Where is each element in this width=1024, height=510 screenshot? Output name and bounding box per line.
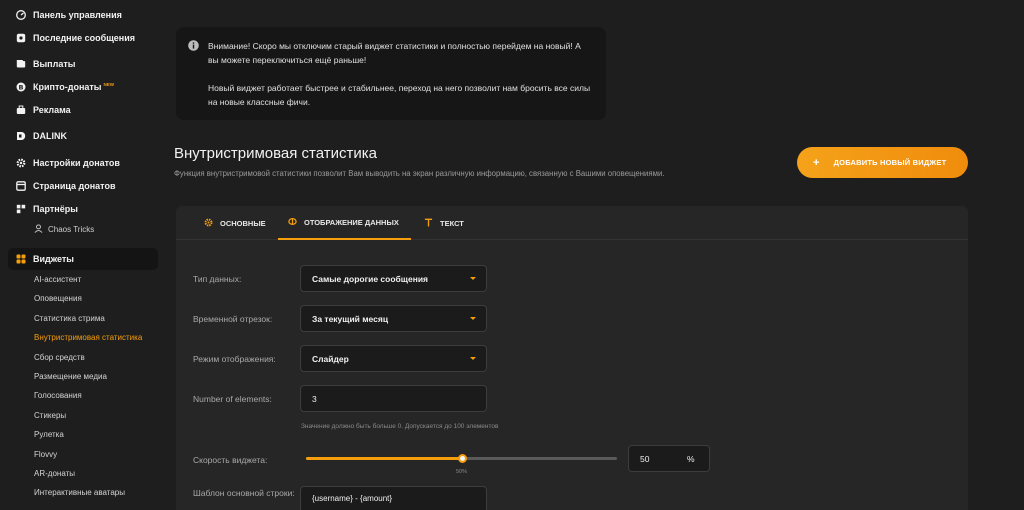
caret-down-icon bbox=[470, 357, 476, 360]
display-mode-select[interactable]: Слайдер bbox=[300, 345, 487, 372]
sidebar-item-label: Последние сообщения bbox=[33, 33, 136, 43]
sidebar-item-partners[interactable]: Партнёры bbox=[8, 198, 158, 220]
template-input[interactable]: {username} - {amount} bbox=[300, 486, 487, 510]
sidebar-item-dalink[interactable]: DALINK bbox=[8, 125, 158, 147]
sidebar-sub-interactive-avatars[interactable]: Интерактивные аватары bbox=[34, 488, 125, 497]
tab-label: ОТОБРАЖЕНИЕ ДАННЫХ bbox=[304, 217, 399, 227]
sidebar-sub-fundraising[interactable]: Сбор средств bbox=[34, 353, 85, 362]
speed-slider-value: 50% bbox=[455, 469, 468, 475]
svg-text:B: B bbox=[19, 83, 24, 91]
partners-icon bbox=[16, 204, 26, 214]
gear-icon bbox=[16, 158, 26, 168]
page-description: Функция внутристримовой статистики позво… bbox=[174, 169, 665, 178]
sidebar-sub-instream-stats[interactable]: Внутристримовая статистика bbox=[34, 333, 142, 342]
messages-icon bbox=[16, 33, 26, 43]
sidebar-sub-media[interactable]: Размещение медиа bbox=[34, 372, 107, 381]
dashboard-icon bbox=[16, 10, 26, 20]
sidebar-item-label: Партнёры bbox=[33, 204, 78, 214]
database-icon bbox=[288, 217, 297, 228]
notice-banner: Внимание! Скоро мы отключим старый видже… bbox=[176, 27, 606, 120]
add-widget-button[interactable]: + ДОБАВИТЬ НОВЫЙ ВИДЖЕТ bbox=[797, 147, 968, 178]
tab-data-display[interactable]: ОТОБРАЖЕНИЕ ДАННЫХ bbox=[278, 206, 411, 240]
elements-hint: Значение должно быть больше 0. Допускает… bbox=[301, 423, 499, 430]
sidebar-sub-voting[interactable]: Голосования bbox=[34, 391, 82, 400]
text-icon bbox=[424, 218, 433, 229]
sidebar-sub-ar-donations[interactable]: AR-донаты bbox=[34, 469, 75, 478]
settings-panel: ОСНОВНЫЕ ОТОБРАЖЕНИЕ ДАННЫХ ТЕКСТ bbox=[176, 206, 968, 510]
speed-slider[interactable] bbox=[306, 454, 617, 463]
sidebar-item-label: Виджеты bbox=[33, 254, 74, 264]
add-widget-label: ДОБАВИТЬ НОВЫЙ ВИДЖЕТ bbox=[833, 158, 947, 167]
tab-bar: ОСНОВНЫЕ ОТОБРАЖЕНИЕ ДАННЫХ ТЕКСТ bbox=[176, 206, 968, 240]
elements-value: 3 bbox=[312, 393, 317, 404]
period-select[interactable]: За текущий месяц bbox=[300, 305, 487, 332]
speed-input[interactable]: 50 % bbox=[628, 445, 710, 472]
sidebar-item-messages[interactable]: Последние сообщения bbox=[8, 27, 158, 49]
gear-icon bbox=[204, 218, 213, 229]
sidebar-item-label: Крипто-донаты bbox=[33, 82, 102, 92]
data-type-label: Тип данных: bbox=[193, 274, 242, 284]
template-value: {username} - {amount} bbox=[312, 494, 393, 503]
page-icon bbox=[16, 181, 26, 191]
user-icon bbox=[34, 224, 43, 235]
data-type-value: Самые дорогие сообщения bbox=[312, 273, 429, 284]
sidebar-sub-chaos-tricks[interactable]: Chaos Tricks bbox=[34, 224, 94, 235]
sidebar-item-label: Настройки донатов bbox=[33, 158, 120, 168]
data-type-select[interactable]: Самые дорогие сообщения bbox=[300, 265, 487, 292]
tab-label: ОСНОВНЫЕ bbox=[220, 218, 266, 228]
display-mode-label: Режим отображения: bbox=[193, 354, 276, 364]
sidebar: Панель управления Последние сообщения Вы… bbox=[0, 0, 162, 510]
elements-input[interactable]: 3 bbox=[300, 385, 487, 412]
widgets-icon bbox=[16, 254, 26, 264]
plus-icon: + bbox=[813, 156, 820, 169]
speed-label: Скорость виджета: bbox=[193, 455, 268, 465]
sidebar-item-dashboard[interactable]: Панель управления bbox=[8, 4, 158, 26]
wallet-icon bbox=[16, 59, 26, 69]
sidebar-item-label: Реклама bbox=[33, 105, 71, 115]
sidebar-item-label: DALINK bbox=[33, 131, 67, 141]
sidebar-item-label: Выплаты bbox=[33, 59, 76, 69]
sidebar-item-payouts[interactable]: Выплаты bbox=[8, 53, 158, 75]
sidebar-sub-ai-assistant[interactable]: AI-ассистент bbox=[34, 275, 81, 284]
sidebar-item-ads[interactable]: Реклама bbox=[8, 99, 158, 121]
speed-unit: % bbox=[687, 453, 695, 464]
notice-text-secondary: Новый виджет работает быстрее и стабильн… bbox=[208, 83, 591, 107]
sidebar-sub-roulette[interactable]: Рулетка bbox=[34, 430, 64, 439]
tab-text[interactable]: ТЕКСТ bbox=[424, 206, 464, 240]
briefcase-icon bbox=[16, 105, 26, 115]
sidebar-sub-stickers[interactable]: Стикеры bbox=[34, 411, 66, 420]
sidebar-item-widgets[interactable]: Виджеты bbox=[8, 248, 158, 270]
dalink-icon bbox=[16, 131, 26, 141]
speed-slider-thumb[interactable] bbox=[457, 454, 467, 463]
sidebar-item-crypto[interactable]: B Крипто-донаты NEW bbox=[8, 76, 158, 98]
display-mode-value: Слайдер bbox=[312, 353, 349, 364]
sidebar-sub-alerts[interactable]: Оповещения bbox=[34, 294, 82, 303]
speed-slider-fill bbox=[306, 457, 462, 460]
caret-down-icon bbox=[470, 317, 476, 320]
caret-down-icon bbox=[470, 277, 476, 280]
sidebar-item-label: Страница донатов bbox=[33, 181, 116, 191]
sidebar-sub-stream-stats[interactable]: Статистика стрима bbox=[34, 314, 105, 323]
new-badge: NEW bbox=[103, 81, 115, 87]
sidebar-item-donation-page[interactable]: Страница донатов bbox=[8, 175, 158, 197]
page-title: Внутристримовая статистика bbox=[174, 145, 378, 162]
sidebar-sub-label: Chaos Tricks bbox=[48, 225, 95, 234]
tab-general[interactable]: ОСНОВНЫЕ bbox=[204, 206, 266, 240]
template-label: Шаблон основной строки: bbox=[193, 488, 295, 498]
period-value: За текущий месяц bbox=[312, 313, 389, 324]
elements-label: Number of elements: bbox=[193, 394, 272, 404]
notice-text-primary: Внимание! Скоро мы отключим старый видже… bbox=[208, 41, 581, 65]
speed-value: 50 bbox=[640, 453, 650, 464]
tab-label: ТЕКСТ bbox=[440, 218, 464, 228]
bitcoin-icon: B bbox=[16, 82, 26, 92]
info-icon bbox=[188, 40, 199, 51]
sidebar-item-donation-settings[interactable]: Настройки донатов bbox=[8, 152, 158, 174]
sidebar-sub-flovvy[interactable]: Flovvy bbox=[34, 450, 57, 459]
sidebar-item-label: Панель управления bbox=[33, 10, 122, 20]
period-label: Временной отрезок: bbox=[193, 314, 273, 324]
